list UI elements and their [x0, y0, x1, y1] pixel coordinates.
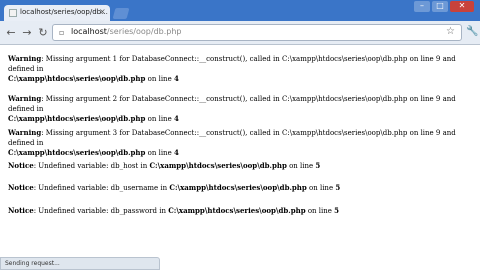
message-file: C:\xampp\htdocs\series\oop\db.php	[8, 148, 146, 157]
php-warning-message: Warning: Missing argument 1 for Database…	[8, 54, 473, 84]
message-line-label: on line	[306, 184, 336, 192]
forward-icon[interactable]: →	[20, 26, 34, 40]
message-line-number: 5	[334, 206, 340, 215]
wrench-menu-icon[interactable]: 🔧	[466, 26, 478, 37]
minimize-button[interactable]: –	[414, 1, 430, 12]
browser-tab[interactable]: localhost/series/oop/db... ×	[4, 5, 110, 21]
message-file: C:\xampp\htdocs\series\oop\db.php	[8, 74, 146, 83]
message-text: : Missing argument 1 for DatabaseConnect…	[8, 55, 456, 73]
message-type: Warning	[8, 54, 42, 63]
message-line-number: 5	[335, 183, 341, 192]
message-file: C:\xampp\htdocs\series\oop\db.php	[8, 114, 146, 123]
message-type: Notice	[8, 161, 34, 170]
tab-title: localhost/series/oop/db...	[20, 8, 108, 16]
status-text: Sending request...	[5, 260, 60, 267]
message-line-label: on line	[305, 207, 335, 215]
message-type: Notice	[8, 183, 34, 192]
title-bar: localhost/series/oop/db... × – □ ✕	[0, 0, 480, 21]
back-icon[interactable]: ←	[4, 26, 18, 40]
message-line-label: on line	[145, 75, 174, 83]
message-text: : Undefined variable: db_username in	[33, 184, 170, 192]
php-warning-message: Warning: Missing argument 3 for Database…	[8, 128, 473, 158]
url-host: localhost	[71, 27, 107, 36]
page-favicon-icon	[9, 9, 17, 17]
url-path: /series/oop/db.php	[106, 27, 182, 36]
php-warning-message: Warning: Missing argument 2 for Database…	[8, 94, 473, 124]
message-line-number: 4	[173, 148, 179, 157]
message-text: : Undefined variable: db_host in	[33, 162, 150, 170]
tab-close-icon[interactable]: ×	[99, 7, 106, 16]
window-controls: – □ ✕	[414, 1, 474, 12]
message-file: C:\xampp\htdocs\series\oop\db.php	[168, 206, 306, 215]
message-text: : Undefined variable: db_password in	[33, 207, 169, 215]
reload-icon[interactable]: ↻	[36, 26, 50, 40]
message-type: Warning	[8, 94, 42, 103]
address-bar[interactable]: ▫ localhost/series/oop/db.php ☆	[52, 24, 462, 41]
php-notice-message: Notice: Undefined variable: db_password …	[8, 206, 473, 216]
message-line-label: on line	[145, 115, 174, 123]
message-line-number: 4	[173, 114, 179, 123]
message-text: : Missing argument 3 for DatabaseConnect…	[8, 129, 456, 147]
page-icon: ▫	[59, 28, 65, 37]
close-window-button[interactable]: ✕	[450, 1, 474, 12]
message-line-number: 4	[173, 74, 179, 83]
bookmark-star-icon[interactable]: ☆	[446, 26, 455, 37]
url-text[interactable]: localhost/series/oop/db.php	[71, 27, 182, 36]
message-file: C:\xampp\htdocs\series\oop\db.php	[169, 183, 307, 192]
message-line-number: 5	[315, 161, 321, 170]
message-type: Warning	[8, 128, 42, 137]
php-notice-message: Notice: Undefined variable: db_host in C…	[8, 161, 473, 171]
message-file: C:\xampp\htdocs\series\oop\db.php	[149, 161, 287, 170]
message-line-label: on line	[145, 149, 174, 157]
message-type: Notice	[8, 206, 34, 215]
maximize-button[interactable]: □	[432, 1, 448, 12]
status-bar: Sending request...	[0, 257, 160, 270]
new-tab-button[interactable]	[112, 8, 130, 19]
php-notice-message: Notice: Undefined variable: db_username …	[8, 183, 473, 193]
message-line-label: on line	[286, 162, 316, 170]
browser-toolbar: ← → ↻ ▫ localhost/series/oop/db.php ☆ 🔧	[0, 21, 480, 45]
message-text: : Missing argument 2 for DatabaseConnect…	[8, 95, 456, 113]
